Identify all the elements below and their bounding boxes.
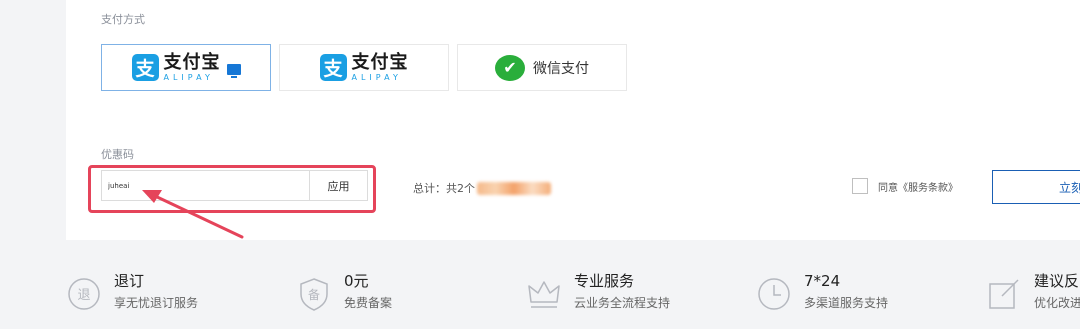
feature-support: 7*24 多渠道服务支持	[756, 272, 888, 312]
apply-coupon-button[interactable]: 应用	[309, 171, 367, 200]
wechat-pay-label: 微信支付	[533, 60, 589, 77]
coupon-field-group: 应用	[101, 170, 368, 201]
feature-subtitle: 享无忧退订服务	[114, 296, 199, 310]
wechat-icon: ✔	[495, 54, 525, 81]
coupon-section-label: 优惠码	[101, 148, 134, 161]
feature-subtitle: 多渠道服务支持	[804, 296, 889, 310]
shield-icon: 备	[300, 278, 328, 311]
feature-title: 专业服务	[574, 272, 635, 290]
alipay-logo: 支 支付宝 ALIPAY	[319, 51, 409, 82]
terms-label[interactable]: 同意《服务条款》	[878, 179, 958, 194]
checkout-card	[66, 0, 1080, 240]
terms-checkbox[interactable]	[852, 178, 868, 194]
alipay-label: 支付宝	[351, 51, 409, 73]
payment-section-label: 支付方式	[101, 13, 145, 26]
terms-agreement: 同意《服务条款》	[852, 178, 958, 194]
alipay-option[interactable]: 支 支付宝 ALIPAY	[279, 44, 449, 91]
feature-refund: 退 退订 享无忧退订服务	[66, 272, 198, 312]
alipay-en-label: ALIPAY	[351, 72, 402, 82]
feature-title: 建议反	[1034, 272, 1080, 290]
blurred-price	[477, 181, 551, 195]
order-total: 总计：共2 个	[413, 180, 551, 196]
crown-icon	[528, 281, 560, 308]
feature-service: 专业服务 云业务全流程支持	[526, 272, 670, 312]
feature-title: 7*24	[804, 272, 841, 290]
feature-title: 退订	[114, 272, 145, 290]
alipay-en-label: ALIPAY	[163, 72, 214, 82]
total-suffix: 个	[464, 182, 475, 195]
alipay-label: 支付宝	[163, 51, 221, 73]
alipay-icon: 支	[131, 54, 159, 81]
feature-subtitle: 免费备案	[344, 296, 393, 310]
feature-feedback: 建议反 优化改进	[986, 272, 1080, 312]
feature-subtitle: 云业务全流程支持	[574, 296, 671, 310]
edit-icon	[989, 279, 1019, 309]
alipay-icon: 支	[319, 54, 347, 81]
total-label: 总计：共2	[413, 182, 464, 195]
feature-title: 0元	[344, 272, 369, 290]
alipay-pc-option[interactable]: 支 支付宝 ALIPAY	[101, 44, 271, 91]
wechat-pay-option[interactable]: ✔ 微信支付	[457, 44, 627, 91]
svg-text:备: 备	[308, 288, 320, 302]
svg-text:退: 退	[77, 288, 90, 303]
feature-subtitle: 优化改进	[1034, 296, 1080, 310]
clock-icon	[758, 278, 790, 310]
buy-now-button[interactable]: 立刻	[992, 170, 1080, 204]
feature-filing: 备 0元 免费备案	[296, 272, 392, 312]
refund-icon: 退	[68, 278, 100, 310]
coupon-input[interactable]	[102, 171, 309, 200]
alipay-logo: 支 支付宝 ALIPAY	[131, 51, 241, 82]
wechat-logo: ✔ 微信支付	[495, 54, 589, 81]
monitor-icon	[226, 64, 241, 78]
